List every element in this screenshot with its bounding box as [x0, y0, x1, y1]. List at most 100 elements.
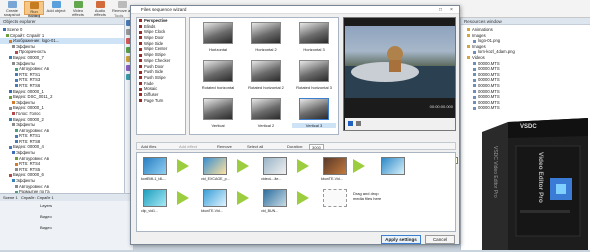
create-snapshot-button[interactable]: Create snapshot — [2, 1, 22, 17]
video-effects-button[interactable]: Video effects — [68, 1, 88, 17]
tree-item-label: RTS: RTS1 — [19, 133, 41, 139]
box-brand: VSDC — [520, 124, 537, 130]
clip-thumbnail[interactable] — [323, 157, 347, 175]
tree-node-icon — [3, 28, 6, 32]
tree-node-icon — [9, 106, 12, 110]
tree-item-label: RTS: RTS5 — [19, 166, 41, 172]
audio-effects-button[interactable]: Audio effects — [90, 1, 110, 17]
tree-node-icon — [15, 73, 18, 77]
transition-label: Wipe Checker — [144, 57, 171, 63]
tree-node-icon — [9, 117, 12, 121]
file-icon — [473, 50, 476, 54]
duration-label: Duration: — [287, 144, 304, 149]
tree-item-label: Автоуровни: Ав — [19, 127, 50, 133]
clips-strip: kortEML1_t4L... vid_EXCAGE_p... videoL...l… — [136, 152, 456, 232]
timeline-panel: Scene 1 Спрайт: Спрайт 1 Layers Видео Ви… — [0, 193, 130, 250]
audio-effects-icon — [95, 1, 105, 8]
transition-thumbnail[interactable] — [203, 60, 233, 82]
timeline-tab-scene[interactable]: Scene 1 — [3, 195, 18, 200]
transition-arrow-icon[interactable] — [297, 191, 309, 205]
transition-label: Page Turn — [144, 97, 164, 103]
thumbnail-label: Horizontal 2 — [255, 47, 277, 52]
apply-settings-button[interactable]: Apply settings — [381, 235, 421, 244]
thumbnail-label: Vertical 3 — [292, 123, 336, 128]
thumbnail-label: Rotated horizontal 3 — [296, 85, 332, 90]
transition-label: Fade — [144, 80, 154, 86]
clip-thumbnail[interactable] — [381, 157, 405, 175]
add-effect-button[interactable]: Add effect — [179, 144, 197, 150]
play-icon[interactable] — [348, 121, 353, 126]
tree-node-icon — [12, 179, 15, 183]
transition-item[interactable]: Page Turn — [137, 98, 185, 104]
drop-zone[interactable] — [323, 189, 347, 207]
thumbnail-label: Vertical 2 — [257, 123, 275, 128]
preview-controls — [345, 118, 455, 130]
transition-arrow-icon[interactable] — [237, 159, 249, 173]
transition-arrow-icon[interactable] — [177, 159, 189, 173]
tree-node-icon — [12, 123, 15, 127]
transition-thumbnail[interactable] — [251, 22, 281, 44]
folder-icon — [467, 45, 470, 49]
tree-item-label: RTS: RTS3 — [19, 77, 41, 83]
clip-thumbnail[interactable] — [203, 189, 227, 207]
transition-thumbnail[interactable] — [203, 98, 233, 120]
tree-item-label: Эффекты — [16, 122, 36, 128]
clip-label: videoL...lte... — [261, 177, 282, 181]
tree-item-label: Видео: 00000_2 — [13, 116, 44, 122]
resource-item[interactable]: 00000.MTS — [467, 105, 590, 111]
thumbnail-label: Horizontal 3 — [303, 47, 325, 52]
clip-thumbnail[interactable] — [143, 157, 167, 175]
transition-label: Wipe Door — [144, 35, 164, 41]
file-icon — [473, 95, 476, 99]
resource-label: 00000.MTS — [478, 82, 500, 88]
close-icon[interactable]: × — [448, 7, 455, 13]
transition-thumbnail[interactable] — [251, 60, 281, 82]
tree-node-icon — [12, 45, 15, 49]
transition-arrow-icon[interactable] — [177, 191, 189, 205]
transition-arrow-icon[interactable] — [297, 159, 309, 173]
transition-icon — [139, 93, 142, 97]
transition-thumbnail[interactable] — [203, 22, 233, 44]
timeline-row[interactable]: Видео — [0, 208, 130, 219]
timeline-row[interactable]: Видео — [0, 219, 130, 230]
clip-label: kbunTE-Vid... — [201, 209, 223, 213]
preview-time: 00:00:00.000 — [429, 104, 453, 109]
stop-icon[interactable] — [356, 121, 361, 126]
transition-thumbnail[interactable] — [299, 60, 329, 82]
clip-thumbnail[interactable] — [143, 189, 167, 207]
clip-label: clip_vid1... — [141, 209, 158, 213]
resource-label: Images — [472, 43, 486, 49]
tree-item-label: Эффекты — [16, 150, 36, 156]
tree-node-icon — [9, 95, 12, 99]
resource-label: lorn-kozl_4dam.png — [478, 49, 515, 55]
clip-thumbnail[interactable] — [203, 157, 227, 175]
files-sequence-wizard: Files sequence wizard □ × Perspective Bli… — [130, 5, 460, 245]
clip-thumbnail[interactable] — [263, 189, 287, 207]
effect-toolbar: Add files Add effect Remove Select all D… — [136, 142, 456, 150]
transition-arrow-icon[interactable] — [353, 159, 365, 173]
remove-button[interactable]: Remove — [217, 144, 232, 150]
clip-thumbnail[interactable] — [263, 157, 287, 175]
transition-label: Wipe Center — [144, 46, 168, 52]
tree-node-icon — [15, 67, 18, 71]
transition-label: Push Stripe — [144, 74, 166, 80]
tree-node-icon — [12, 151, 15, 155]
camera-icon — [7, 1, 17, 8]
transition-icon — [139, 42, 142, 46]
transition-thumbnail[interactable] — [299, 22, 329, 44]
add-files-button[interactable]: Add files — [141, 144, 156, 150]
tree-node-icon — [9, 145, 12, 149]
transition-thumbnail[interactable] — [251, 98, 281, 120]
transition-icon — [139, 25, 142, 29]
maximize-icon[interactable]: □ — [437, 7, 444, 13]
transition-thumbnail[interactable] — [299, 98, 329, 120]
select-all-button[interactable]: Select all — [247, 144, 263, 150]
duration-input[interactable]: 3000 — [309, 144, 324, 150]
timeline-tab-sprite[interactable]: Спрайт: Спрайт 1 — [21, 195, 54, 200]
transition-label: Wipe Stripe — [144, 52, 166, 58]
thumbnail-label: Rotated horizontal — [201, 85, 235, 90]
add-object-button[interactable]: Add object — [46, 1, 66, 15]
transition-arrow-icon[interactable] — [237, 191, 249, 205]
cancel-button[interactable]: Cancel — [425, 235, 455, 244]
transition-label: Perspective — [144, 18, 168, 23]
